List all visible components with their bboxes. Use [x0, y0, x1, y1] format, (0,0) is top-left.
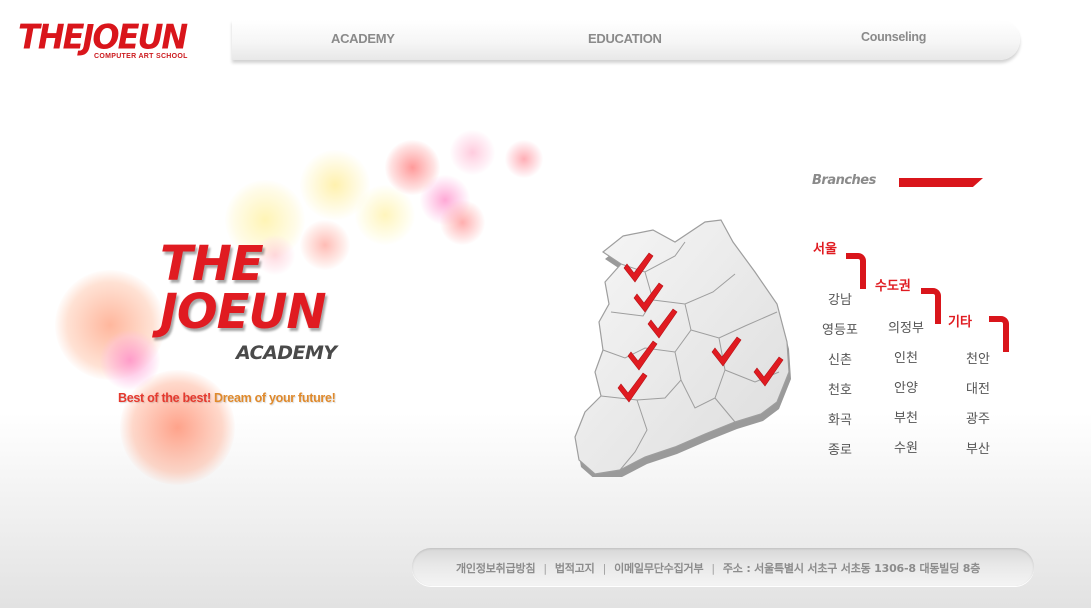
branch-suwon[interactable]: 수원	[881, 434, 931, 464]
branch-jongno[interactable]: 종로	[815, 436, 865, 466]
region-label-seoul: 서울	[813, 242, 837, 257]
slogan: Best of the best! Dream of your future!	[118, 391, 336, 405]
branch-daejeon[interactable]: 대전	[953, 375, 1003, 405]
slogan-part2: Dream of your future!	[214, 391, 336, 405]
branches-title-bar	[899, 178, 983, 187]
branch-list-others: 천안 대전 광주 부산	[953, 345, 1003, 465]
region-label-others: 기타	[948, 315, 972, 330]
footer-address: 주소 : 서울특별시 서초구 서초동 1306-8 대동빌딩 8층	[722, 562, 981, 575]
logo-wordmark: THEJOEUN	[18, 17, 188, 57]
nav-academy[interactable]: ACADEMY	[331, 31, 395, 46]
academy-logo-line1: THE	[160, 236, 264, 292]
branch-yeongdeungpo[interactable]: 영등포	[815, 316, 865, 346]
branch-bucheon[interactable]: 부천	[881, 404, 931, 434]
footer-bar: 개인정보취급방침 | 법적고지 | 이메일무단수집거부 | 주소 : 서울특별시 서초구 서…	[412, 548, 1034, 586]
main-nav: ACADEMY EDUCATION Counseling	[232, 20, 1020, 60]
footer-link-privacy[interactable]: 개인정보취급방침	[456, 562, 536, 575]
branch-uijeongbu[interactable]: 의정부	[881, 314, 931, 344]
branch-anyang[interactable]: 안양	[881, 374, 931, 404]
site-logo[interactable]: THEJOEUN COMPUTER ART SCHOOL	[18, 17, 203, 65]
branch-list-seoul: 강남 영등포 신촌 천호 화곡 종로	[815, 286, 865, 466]
footer-link-legal[interactable]: 법적고지	[555, 562, 595, 575]
branch-gangnam[interactable]: 강남	[815, 286, 865, 316]
academy-logo-line2: JOEUN	[160, 284, 327, 340]
branches-title: Branches	[812, 173, 876, 188]
nav-counseling[interactable]: Counseling	[861, 30, 926, 44]
branch-cheonan[interactable]: 천안	[953, 345, 1003, 375]
footer-content: 개인정보취급방침 | 법적고지 | 이메일무단수집거부 | 주소 : 서울특별시 서초구 서…	[456, 560, 980, 576]
logo-tagline: COMPUTER ART SCHOOL	[94, 53, 188, 60]
footer-separator: |	[602, 562, 607, 575]
footer-separator: |	[711, 562, 715, 575]
branch-cheonho[interactable]: 천호	[815, 376, 865, 406]
branch-incheon[interactable]: 인천	[881, 344, 931, 374]
korea-map[interactable]	[565, 212, 800, 481]
region-label-capital: 수도권	[875, 279, 911, 294]
footer-separator: |	[543, 562, 547, 575]
branch-busan[interactable]: 부산	[953, 435, 1003, 465]
region-hook-seoul	[846, 253, 866, 289]
academy-logo-sub: ACADEMY	[236, 342, 337, 364]
branch-sinchon[interactable]: 신촌	[815, 346, 865, 376]
academy-logo: THE JOEUN ACADEMY	[160, 240, 360, 370]
nav-education[interactable]: EDUCATION	[588, 31, 662, 46]
branch-list-capital: 의정부 인천 안양 부천 수원	[881, 314, 931, 464]
branch-gwangju[interactable]: 광주	[953, 405, 1003, 435]
slogan-part1: Best of the best!	[118, 391, 211, 405]
footer-link-email-refusal[interactable]: 이메일무단수집거부	[614, 562, 703, 575]
branch-hwagok[interactable]: 화곡	[815, 406, 865, 436]
korea-map-graphic	[574, 219, 791, 481]
